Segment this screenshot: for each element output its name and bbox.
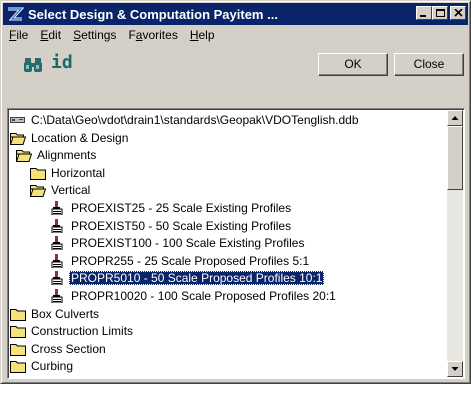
tree-item[interactable]: Cross Section xyxy=(10,341,108,357)
tree-item-label: PROPR10020 - 100 Scale Proposed Profiles… xyxy=(71,289,336,303)
maximize-button[interactable] xyxy=(432,6,448,20)
tree-item[interactable]: Vertical xyxy=(29,182,92,198)
folder-icon xyxy=(10,342,26,356)
tree-item[interactable]: C:\Data\Geo\vdot\drain1\standards\Geopak… xyxy=(10,112,361,128)
tree-item-label: PROPR255 - 25 Scale Proposed Profiles 5:… xyxy=(71,253,310,268)
tree-item-label: PROEXIST50 - 50 Scale Existing Profiles xyxy=(71,218,292,233)
folder-icon xyxy=(10,359,26,374)
menu-settings[interactable]: Settings xyxy=(67,26,122,44)
tree-item-label: Curbing xyxy=(31,359,74,374)
tree-item[interactable]: PROPR5010 - 50 Scale Proposed Profiles 1… xyxy=(50,270,325,286)
tree-item-label: PROEXIST25 - 25 Scale Existing Profiles xyxy=(71,201,292,215)
minimize-button[interactable] xyxy=(416,6,432,20)
folder-open-icon xyxy=(9,131,27,145)
tree-item[interactable]: PROPR10020 - 100 Scale Proposed Profiles… xyxy=(50,288,338,304)
scroll-thumb[interactable] xyxy=(447,126,463,190)
tree-item-label: C:\Data\Geo\vdot\drain1\standards\Geopak… xyxy=(31,113,359,127)
menu-file[interactable]: File xyxy=(3,26,34,44)
menu-favorites[interactable]: Favorites xyxy=(122,26,183,44)
tree-item[interactable]: Box Culverts xyxy=(10,306,101,322)
tree-item-label: Alignments xyxy=(37,148,97,163)
vertical-scrollbar[interactable] xyxy=(447,110,463,377)
tree-item[interactable]: Construction Limits xyxy=(10,323,135,339)
tree-item-label: Box Culverts xyxy=(31,306,100,321)
payitem-icon xyxy=(50,253,66,269)
payitem-icon xyxy=(50,271,66,286)
scroll-up-button[interactable] xyxy=(447,110,463,126)
tree-item[interactable]: PROPR255 - 25 Scale Proposed Profiles 5:… xyxy=(50,253,311,269)
id-button[interactable]: id xyxy=(51,52,73,73)
close-window-button[interactable] xyxy=(450,6,466,20)
tree-item-label: Horizontal xyxy=(51,165,106,180)
database-icon xyxy=(10,113,26,127)
maximize-icon xyxy=(436,9,445,17)
tree-item-label: Cross Section xyxy=(31,341,106,356)
payitem-icon xyxy=(50,236,66,251)
geopak-app-icon xyxy=(8,7,24,21)
tree-item[interactable]: Location & Design xyxy=(9,130,130,146)
minimize-icon xyxy=(420,15,426,17)
close-icon xyxy=(454,9,463,17)
arrow-down-icon xyxy=(451,367,459,371)
ok-button[interactable]: OK xyxy=(318,53,388,76)
dialog-window: Select Design & Computation Payitem ... … xyxy=(0,0,471,384)
menu-edit[interactable]: Edit xyxy=(34,26,67,44)
folder-icon xyxy=(30,166,46,180)
folder-open-icon xyxy=(29,183,47,198)
close-button[interactable]: Close xyxy=(394,53,464,76)
tree-item[interactable]: PROEXIST50 - 50 Scale Existing Profiles xyxy=(50,218,293,234)
tree-item[interactable]: Curbing xyxy=(10,358,75,374)
tree-item[interactable]: PROEXIST100 - 100 Scale Existing Profile… xyxy=(50,235,306,251)
menu-help[interactable]: Help xyxy=(184,26,221,44)
payitem-icon xyxy=(50,201,66,216)
tree-item[interactable]: PROEXIST25 - 25 Scale Existing Profiles xyxy=(50,200,293,216)
tree-item[interactable]: Horizontal xyxy=(30,165,107,181)
window-title: Select Design & Computation Payitem ... xyxy=(28,6,278,22)
scroll-down-button[interactable] xyxy=(447,361,463,377)
folder-icon xyxy=(10,307,26,321)
tree-item-label: Vertical xyxy=(51,183,91,198)
tree-item-label: PROPR5010 - 50 Scale Proposed Profiles 1… xyxy=(69,271,325,286)
folder-icon xyxy=(10,324,26,339)
tree-item[interactable]: Alignments xyxy=(15,147,98,163)
payitem-icon xyxy=(50,289,66,304)
tree-item-label: PROEXIST100 - 100 Scale Existing Profile… xyxy=(71,236,305,251)
title-bar[interactable]: Select Design & Computation Payitem ... xyxy=(3,3,468,25)
payitem-icon xyxy=(50,218,66,234)
tree-item-label: Location & Design xyxy=(31,130,129,145)
menu-bar: File Edit Settings Favorites Help xyxy=(3,26,221,44)
payitem-tree[interactable]: C:\Data\Geo\vdot\drain1\standards\Geopak… xyxy=(7,108,465,379)
tree-item-label: Construction Limits xyxy=(31,324,134,339)
binoculars-icon[interactable] xyxy=(23,56,45,74)
arrow-up-icon xyxy=(451,116,459,120)
folder-open-icon xyxy=(15,148,33,163)
